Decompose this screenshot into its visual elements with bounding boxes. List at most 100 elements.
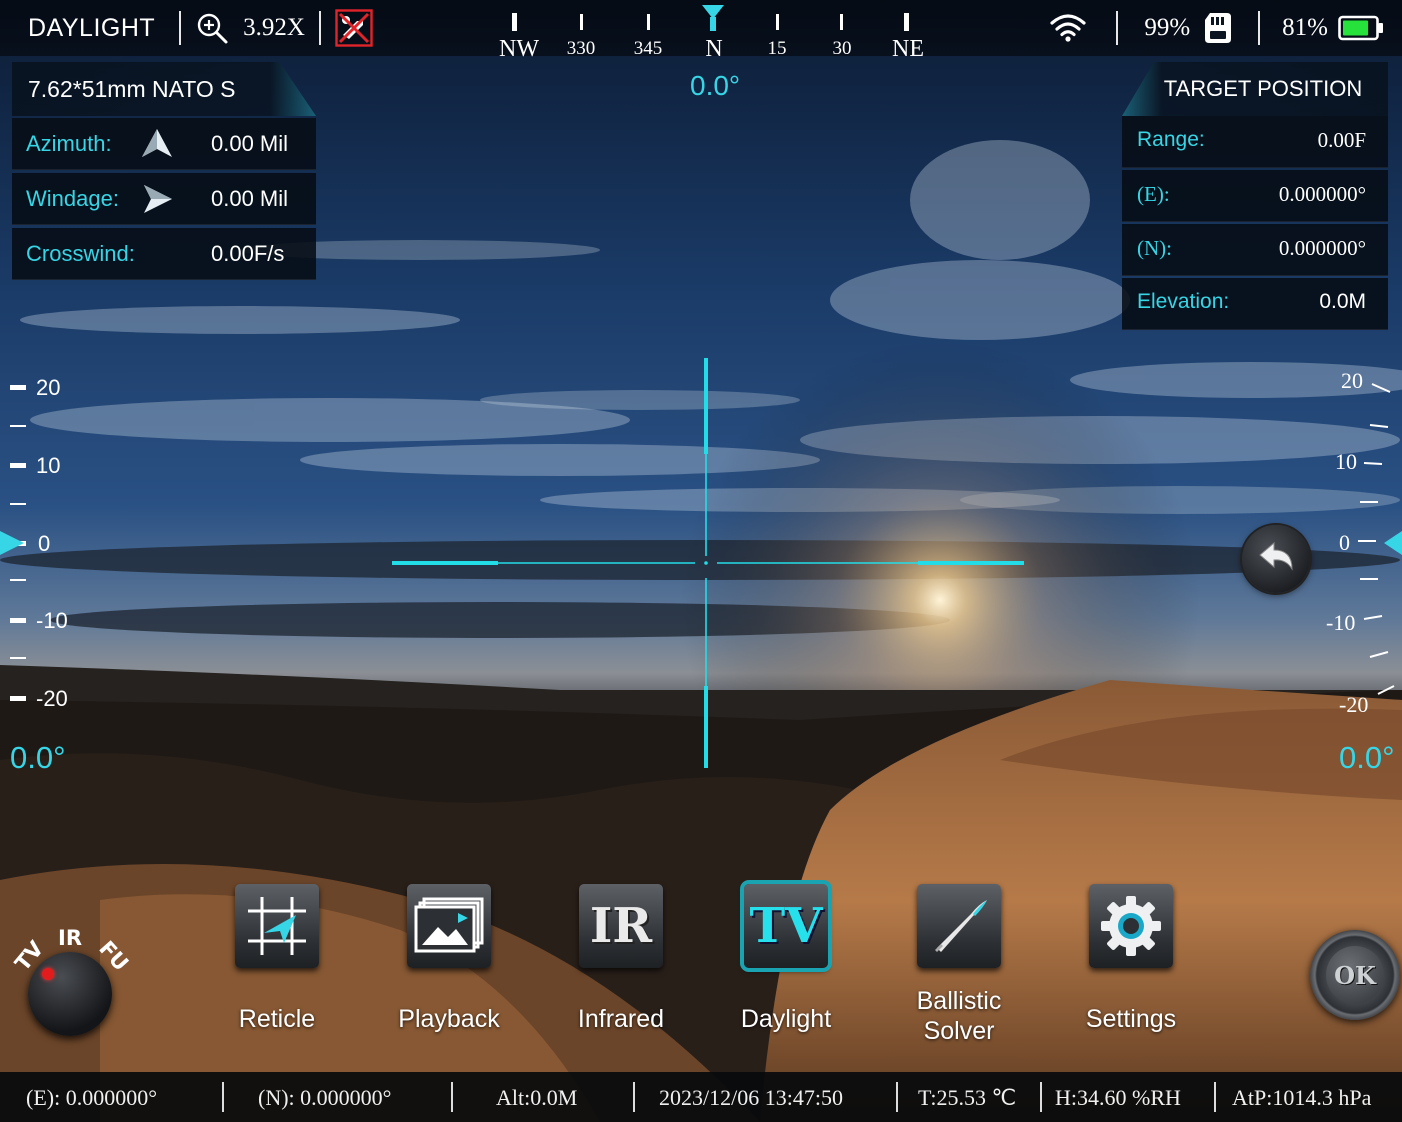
battery-fill <box>1343 20 1369 36</box>
scale-tick <box>10 503 26 505</box>
target-row-east: (E): 0.000000° <box>1122 170 1388 222</box>
azimuth-value: 0.00 Mil <box>211 130 289 156</box>
reticle-label: Reticle <box>238 1005 316 1033</box>
compass-label-15: 15 <box>767 38 787 59</box>
status-pressure: AtP:1014.3 hPa <box>1232 1085 1372 1110</box>
infrared-icon-text: IR <box>589 898 653 954</box>
ammo-title[interactable]: 7.62*51mm NATO S <box>12 62 316 116</box>
scale-tick <box>10 385 26 390</box>
compass-tick <box>840 14 843 30</box>
elevation-label: Elevation: <box>1137 290 1230 313</box>
knob-label-ir: IR <box>58 926 82 950</box>
wifi-icon <box>1050 14 1086 42</box>
crosshair-reticle <box>392 358 1024 768</box>
status-datetime: 2023/12/06 13:47:50 <box>659 1085 843 1110</box>
heading-pointer-icon <box>702 5 724 31</box>
divider <box>633 1082 635 1112</box>
mode-label: DAYLIGHT <box>28 13 156 42</box>
ballistic-label-line2: Solver <box>923 1017 995 1045</box>
scale-label: 0 <box>38 531 51 556</box>
crosswind-label: Crosswind: <box>26 240 135 266</box>
back-arrow-icon <box>1259 541 1293 571</box>
battery-percent: 81% <box>1282 14 1328 41</box>
infrared-label: Infrared <box>577 1005 665 1033</box>
top-right-group: 99% 81% <box>1050 0 1384 56</box>
compass-tick <box>776 14 779 30</box>
scale-label: 10 <box>36 453 61 478</box>
back-button[interactable] <box>1242 525 1310 593</box>
target-title: TARGET POSITION <box>1122 62 1388 116</box>
scale-label: -10 <box>1326 610 1356 635</box>
scale-tick <box>10 696 26 701</box>
scale-label: 20 <box>1341 368 1363 393</box>
scale-label: 10 <box>1335 449 1357 474</box>
pitch-pointer-icon <box>0 531 24 555</box>
ammo-row-windage: Windage: 0.00 Mil <box>12 173 316 225</box>
infrared-icon[interactable]: IR <box>579 884 663 968</box>
divider <box>451 1082 453 1112</box>
ammo-row-crosswind: Crosswind: 0.00F/s <box>12 228 316 280</box>
storage-percent: 99% <box>1144 14 1191 41</box>
compass-label-30: 30 <box>832 38 852 59</box>
zoom-value: 3.92X <box>243 14 305 41</box>
dock-playback[interactable]: Playback <box>374 884 524 1034</box>
divider <box>896 1082 898 1112</box>
status-north: (N): 0.000000° <box>258 1085 392 1110</box>
divider <box>1214 1082 1216 1112</box>
ok-button[interactable]: OK <box>1310 930 1400 1020</box>
daylight-icon[interactable]: TV <box>744 884 828 968</box>
dock-daylight[interactable]: TV Daylight <box>711 884 861 1034</box>
bullet-icon[interactable] <box>917 884 1001 968</box>
target-panel: Range: 0.00F (E): 0.000000° (N): 0.00000… <box>1122 116 1388 332</box>
gear-icon[interactable] <box>1089 884 1173 968</box>
dock-reticle[interactable]: Reticle <box>202 884 352 1034</box>
dock-settings[interactable]: Settings <box>1056 884 1206 1034</box>
ammo-panel: Azimuth: 0.00 Mil Windage: 0.00 Mil Cros… <box>12 118 316 283</box>
knob-dial[interactable] <box>28 952 112 1036</box>
range-label: Range: <box>1137 128 1205 151</box>
ammo-row-azimuth: Azimuth: 0.00 Mil <box>12 118 316 170</box>
dock-ballistic-solver[interactable]: Ballistic Solver <box>884 884 1034 1046</box>
compass-tick <box>647 14 650 30</box>
no-fire-icon[interactable] <box>335 9 373 47</box>
compass-label-330: 330 <box>566 38 596 59</box>
east-label: (E): <box>1137 182 1170 206</box>
settings-label: Settings <box>1085 1005 1177 1033</box>
status-humidity: H:34.60 %RH <box>1055 1085 1181 1110</box>
range-value: 0.00F <box>1317 128 1366 152</box>
status-temperature: T:25.53 ℃ <box>918 1085 1017 1110</box>
divider <box>222 1082 224 1112</box>
ok-button-label: OK <box>1326 946 1384 1004</box>
scale-label: -20 <box>1339 692 1369 717</box>
right-angle-value: 0.0° <box>1339 740 1395 775</box>
dock-infrared[interactable]: IR Infrared <box>546 884 696 1034</box>
target-row-north: (N): 0.000000° <box>1122 224 1388 276</box>
zoom-in-icon[interactable] <box>195 11 229 45</box>
ballistic-label: Ballistic Solver <box>884 986 1034 1046</box>
scale-tick <box>10 463 26 468</box>
compass-label-n: N <box>705 36 723 62</box>
top-left-group: DAYLIGHT 3.92X <box>28 0 373 56</box>
knob-indicator <box>42 968 54 980</box>
azimuth-label: Azimuth: <box>26 130 112 156</box>
reticle-icon[interactable] <box>235 884 319 968</box>
divider <box>1258 11 1261 45</box>
playback-icon[interactable] <box>407 884 491 968</box>
status-altitude: Alt:0.0M <box>496 1085 578 1110</box>
compass-label-345: 345 <box>633 38 663 59</box>
up-arrow-icon <box>142 128 172 157</box>
heading-value: 0.0° <box>690 70 741 101</box>
daylight-label: Daylight <box>740 1005 832 1033</box>
scale-label: 0 <box>1339 530 1350 555</box>
scale-tick <box>10 618 26 623</box>
bottom-status-bar: (E): 0.000000° (N): 0.000000° Alt:0.0M 2… <box>0 1072 1402 1122</box>
roll-pointer-icon <box>1384 531 1402 555</box>
scale-tick <box>10 425 26 427</box>
ballistic-label-line1: Ballistic <box>916 987 1002 1015</box>
status-east: (E): 0.000000° <box>26 1085 158 1110</box>
windage-label: Windage: <box>26 185 119 211</box>
scale-tick <box>10 657 26 659</box>
sd-card-icon <box>1205 13 1232 43</box>
divider <box>318 11 321 45</box>
compass-tick <box>904 13 909 31</box>
